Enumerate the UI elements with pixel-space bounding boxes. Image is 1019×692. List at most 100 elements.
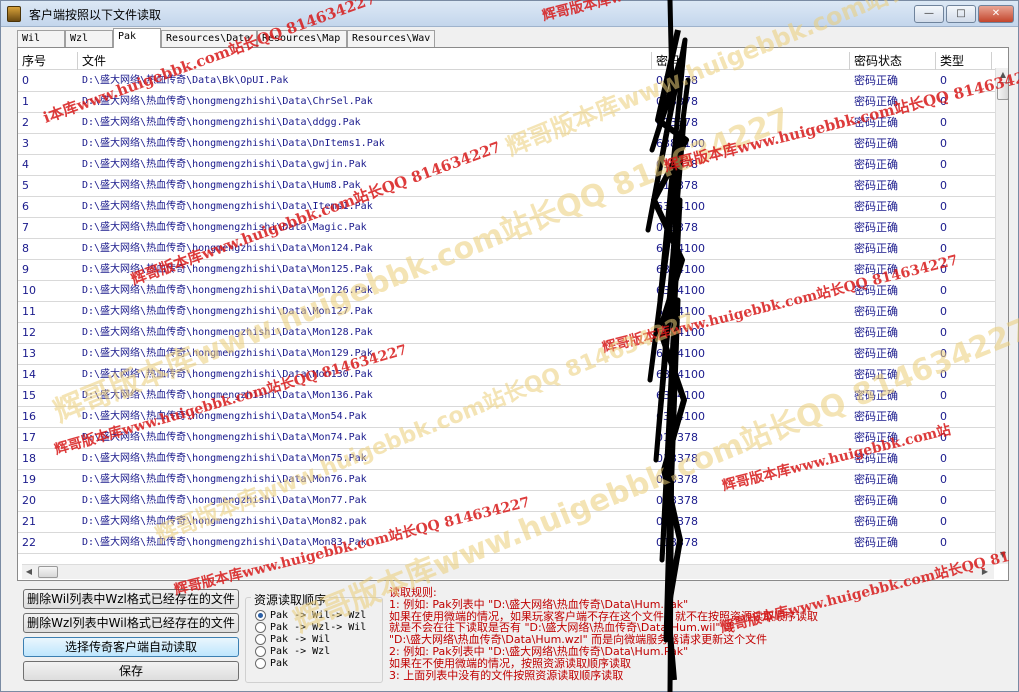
delete-wzl-duplicates-button[interactable]: 删除Wzl列表中Wil格式已经存在的文件 [23,613,239,633]
rules-line: 2: 例如: Pak列表中 "D:\盛大网络\热血传奇\Data\Hum.Pak… [389,644,689,658]
table-row[interactable]: 1 D:\盛大网络\热血传奇\hongmengzhishi\Data\ChrSel… [18,92,998,113]
maximize-button[interactable]: □ [946,5,976,23]
scroll-right-arrow-icon[interactable]: ▶ [980,567,990,577]
table-row[interactable]: 5 D:\盛大网络\热血传奇\hongmengzhishi\Data\Hum8.P… [18,176,998,197]
column-header-password[interactable]: 密码 [652,52,850,70]
table-row[interactable]: 16 D:\盛大网络\热血传奇\hongmengzhishi\Data\Mon54… [18,407,998,428]
table-row[interactable]: 8 D:\盛大网络\热血传奇\hongmengzhishi\Data\Mon124… [18,239,998,260]
radio-pak-wil-wzl[interactable] [255,610,266,621]
scroll-down-arrow-icon[interactable]: ▼ [998,550,1008,560]
radio-pak-wzl[interactable] [255,646,266,657]
cell-password: 6384100 [656,368,705,381]
horizontal-scroll-thumb[interactable] [38,566,58,578]
table-row[interactable]: 19 D:\盛大网络\热血传奇\hongmengzhishi\Data\Mon76… [18,470,998,491]
table-row[interactable]: 14 D:\盛大网络\热血传奇\hongmengzhishi\Data\Mon13… [18,365,998,386]
cell-file-path: D:\盛大网络\热血传奇\hongmengzhishi\Data\DnItems… [82,138,385,149]
table-row[interactable]: 22 D:\盛大网络\热血传奇\hongmengzhishi\Data\Mon83… [18,533,998,554]
table-row[interactable]: 11 D:\盛大网络\热血传奇\hongmengzhishi\Data\Mon12… [18,302,998,323]
cell-index: 19 [22,473,36,486]
cell-password: 6384100 [656,284,705,297]
column-header-index[interactable]: 序号 [18,52,78,70]
cell-password-status: 密码正确 [854,515,898,528]
table-row[interactable]: 7 D:\盛大网络\热血传奇\hongmengzhishi\Data\Magic.… [18,218,998,239]
close-button[interactable]: ✕ [978,5,1014,23]
tab-resources-map[interactable]: Resources\Map [257,30,347,47]
table-row[interactable]: 13 D:\盛大网络\热血传奇\hongmengzhishi\Data\Mon12… [18,344,998,365]
column-header-password-status[interactable]: 密码状态 [850,52,936,70]
cell-index: 1 [22,95,29,108]
cell-password-status: 密码正确 [854,347,898,360]
cell-file-path: D:\盛大网络\热血传奇\hongmengzhishi\Data\Items1.… [82,201,373,212]
main-window: 客户端按照以下文件读取 — □ ✕ Wil Wzl Pak Resources\… [0,0,1019,692]
tab-wzl[interactable]: Wzl [65,30,113,47]
radio-pak-wzl-wil[interactable] [255,622,266,633]
cell-type: 0 [940,137,947,150]
cell-type: 0 [940,284,947,297]
save-button[interactable]: 保存 [23,661,239,681]
cell-password: 6384100 [656,347,705,360]
cell-index: 20 [22,494,36,507]
cell-index: 9 [22,263,29,276]
cell-password: 6384100 [656,410,705,423]
cell-password-status: 密码正确 [854,221,898,234]
table-row[interactable]: 6 D:\盛大网络\热血传奇\hongmengzhishi\Data\Items1… [18,197,998,218]
cell-password-status: 密码正确 [854,263,898,276]
cell-file-path: D:\盛大网络\热血传奇\hongmengzhishi\Data\gwjin.P… [82,159,367,170]
cell-index: 7 [22,221,29,234]
title-bar[interactable]: 客户端按照以下文件读取 — □ ✕ [1,1,1018,27]
table-row[interactable]: 3 D:\盛大网络\热血传奇\hongmengzhishi\Data\DnItem… [18,134,998,155]
minimize-button[interactable]: — [914,5,944,23]
cell-password: 013378 [656,452,698,465]
cell-password: 6384100 [656,200,705,213]
table-row[interactable]: 12 D:\盛大网络\热血传奇\hongmengzhishi\Data\Mon12… [18,323,998,344]
vertical-scroll-thumb[interactable] [997,82,1008,100]
vertical-scrollbar[interactable]: ▲ ▼ [995,68,1008,564]
column-header-type[interactable]: 类型 [936,52,992,70]
table-row[interactable]: 4 D:\盛大网络\热血传奇\hongmengzhishi\Data\gwjin.… [18,155,998,176]
cell-file-path: D:\盛大网络\热血传奇\Data\Bk\OpUI.Pak [82,75,289,86]
cell-type: 0 [940,452,947,465]
horizontal-scrollbar[interactable]: ◀ ▶ [22,564,994,579]
tab-resources-wav[interactable]: Resources\Wav [347,30,435,47]
cell-type: 0 [940,515,947,528]
column-header-file[interactable]: 文件 [78,52,652,70]
cell-file-path: D:\盛大网络\热血传奇\hongmengzhishi\Data\Mon75.P… [82,453,367,464]
cell-file-path: D:\盛大网络\热血传奇\hongmengzhishi\Data\Mon74.P… [82,432,367,443]
cell-file-path: D:\盛大网络\热血传奇\hongmengzhishi\Data\Mon125.… [82,264,373,275]
cell-file-path: D:\盛大网络\热血传奇\hongmengzhishi\Data\Mon127.… [82,306,373,317]
cell-password-status: 密码正确 [854,305,898,318]
radio-pak[interactable] [255,658,266,669]
cell-password-status: 密码正确 [854,431,898,444]
cell-type: 0 [940,326,947,339]
table-row[interactable]: 17 D:\盛大网络\热血传奇\hongmengzhishi\Data\Mon74… [18,428,998,449]
app-icon [7,6,21,22]
scroll-left-arrow-icon[interactable]: ◀ [24,567,34,577]
table-row[interactable]: 20 D:\盛大网络\热血传奇\hongmengzhishi\Data\Mon77… [18,491,998,512]
cell-index: 11 [22,305,36,318]
cell-type: 0 [940,305,947,318]
table-row[interactable]: 18 D:\盛大网络\热血传奇\hongmengzhishi\Data\Mon75… [18,449,998,470]
file-list[interactable]: 序号 文件 密码 密码状态 类型 0 D:\盛大网络\热血传奇\Data\Bk\O… [17,47,1009,581]
table-row[interactable]: 21 D:\盛大网络\热血传奇\hongmengzhishi\Data\Mon82… [18,512,998,533]
tab-resources-data[interactable]: Resources\Data [161,30,257,47]
cell-password: 013378 [656,494,698,507]
table-row[interactable]: 10 D:\盛大网络\热血传奇\hongmengzhishi\Data\Mon12… [18,281,998,302]
cell-file-path: D:\盛大网络\热血传奇\hongmengzhishi\Data\Mon128.… [82,327,373,338]
cell-type: 0 [940,536,947,549]
cell-password-status: 密码正确 [854,200,898,213]
scroll-up-arrow-icon[interactable]: ▲ [998,70,1008,80]
table-row[interactable]: 0 D:\盛大网络\热血传奇\Data\Bk\OpUI.Pak 013378 密码正确… [18,71,998,92]
auto-read-client-button[interactable]: 选择传奇客户端自动读取 [23,637,239,657]
cell-index: 12 [22,326,36,339]
radio-pak-wil[interactable] [255,634,266,645]
cell-file-path: D:\盛大网络\热血传奇\hongmengzhishi\Data\Mon77.P… [82,495,367,506]
cell-password-status: 密码正确 [854,158,898,171]
table-row[interactable]: 15 D:\盛大网络\热血传奇\hongmengzhishi\Data\Mon13… [18,386,998,407]
table-row[interactable]: 9 D:\盛大网络\热血传奇\hongmengzhishi\Data\Mon125… [18,260,998,281]
table-row[interactable]: 2 D:\盛大网络\热血传奇\hongmengzhishi\Data\ddgg.P… [18,113,998,134]
cell-password-status: 密码正确 [854,452,898,465]
tab-wil[interactable]: Wil [17,30,65,47]
delete-wil-duplicates-button[interactable]: 删除Wil列表中Wzl格式已经存在的文件 [23,589,239,609]
tab-pak[interactable]: Pak [113,28,161,48]
cell-password-status: 密码正确 [854,410,898,423]
